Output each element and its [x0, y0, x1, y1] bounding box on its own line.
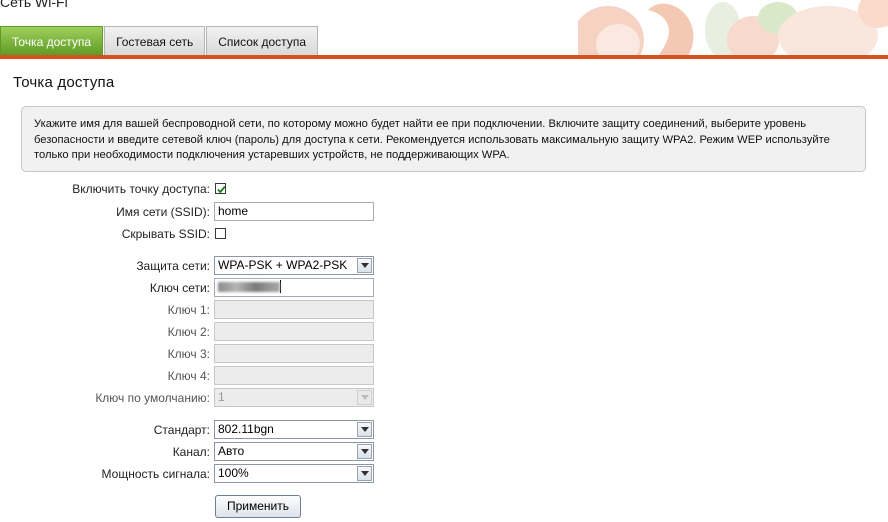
key1-input[interactable] [214, 300, 374, 319]
standard-value: 802.11bgn [218, 422, 274, 436]
default-key-select[interactable]: 1 [214, 388, 374, 407]
tab-access-point[interactable]: Точка доступа [0, 26, 104, 55]
channel-value: Авто [218, 444, 245, 458]
info-box: Укажите имя для вашей беспроводной сети,… [21, 106, 866, 172]
enable-ap-label: Включить точку доступа: [72, 182, 210, 196]
power-label: Мощность сигнала: [101, 467, 210, 481]
tab-guest-network[interactable]: Гостевая сеть [104, 26, 206, 55]
tab-bar: Точка доступа Гостевая сеть Список досту… [0, 26, 319, 55]
channel-select[interactable]: Авто [214, 442, 374, 461]
security-label: Защита сети: [136, 259, 210, 273]
default-key-value: 1 [218, 390, 225, 404]
security-select-value: WPA-PSK + WPA2-PSK [218, 258, 348, 272]
dropdown-arrow-icon[interactable] [357, 422, 372, 437]
apply-button[interactable]: Применить [215, 495, 301, 518]
page-title: Точка доступа [13, 74, 115, 91]
hide-ssid-checkbox[interactable] [215, 228, 226, 239]
ssid-label: Имя сети (SSID): [116, 205, 210, 219]
text-caret [280, 280, 281, 294]
key1-label: Ключ 1: [167, 303, 210, 317]
key3-label: Ключ 3: [167, 347, 210, 361]
header-divider [0, 55, 888, 59]
network-key-label: Ключ сети: [149, 281, 210, 295]
channel-label: Канал: [172, 445, 210, 459]
key4-label: Ключ 4: [167, 369, 210, 383]
enable-ap-checkbox[interactable] [215, 183, 226, 194]
power-select[interactable]: 100% [214, 464, 374, 483]
masked-key [218, 281, 280, 292]
network-key-input[interactable] [214, 278, 374, 297]
security-select[interactable]: WPA-PSK + WPA2-PSK [214, 256, 374, 275]
tab-access-list[interactable]: Список доступа [206, 26, 318, 55]
key3-input[interactable] [214, 344, 374, 363]
header-decoration [578, 0, 888, 56]
standard-label: Стандарт: [153, 423, 210, 437]
checkmark-icon [217, 185, 226, 194]
standard-select[interactable]: 802.11bgn [214, 420, 374, 439]
default-key-label: Ключ по умолчанию: [95, 391, 210, 405]
key4-input[interactable] [214, 366, 374, 385]
key2-input[interactable] [214, 322, 374, 341]
ssid-input[interactable]: home [214, 202, 374, 221]
app-title: Сеть Wi-Fi [0, 0, 68, 10]
dropdown-arrow-icon[interactable] [357, 258, 372, 273]
hide-ssid-label: Скрывать SSID: [121, 227, 210, 241]
dropdown-arrow-icon[interactable] [357, 390, 372, 405]
dropdown-arrow-icon[interactable] [357, 466, 372, 481]
dropdown-arrow-icon[interactable] [357, 444, 372, 459]
key2-label: Ключ 2: [167, 325, 210, 339]
power-value: 100% [218, 466, 249, 480]
